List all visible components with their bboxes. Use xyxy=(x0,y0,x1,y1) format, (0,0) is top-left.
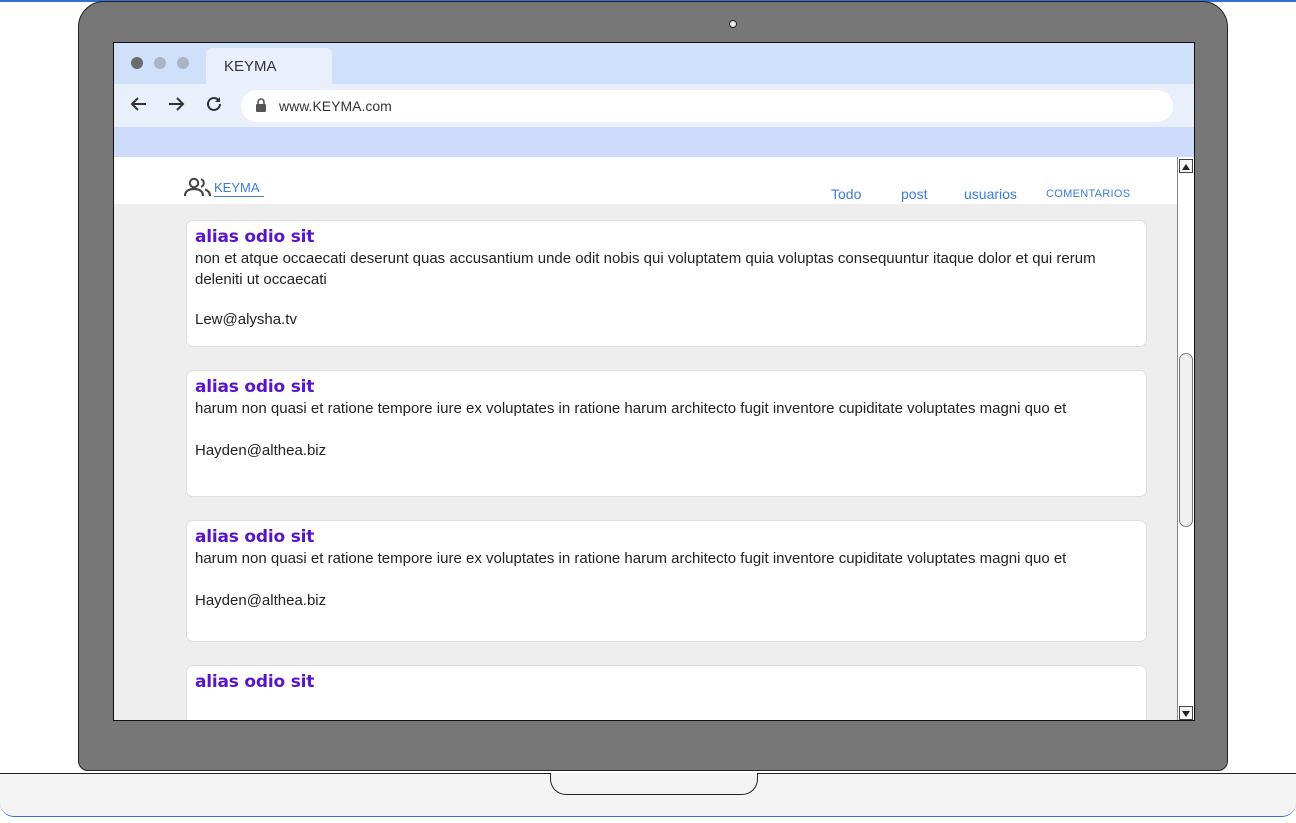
card-body: harum non quasi et ratione tempore iure … xyxy=(195,550,1067,567)
vertical-scrollbar[interactable] xyxy=(1177,157,1194,720)
card-email: Hayden@althea.biz xyxy=(195,592,327,609)
browser-tab[interactable]: KEYMA xyxy=(206,48,332,84)
nav-link-comentarios[interactable]: COMENTARIOS xyxy=(1046,188,1130,200)
card-body: non et atque occaecati deserunt quas acc… xyxy=(195,250,1096,288)
comment-card: alias odio sit harum non quasi et ration… xyxy=(186,520,1147,642)
bookmark-bar xyxy=(114,127,1194,157)
webcam-icon xyxy=(729,20,737,28)
lock-icon xyxy=(256,98,266,112)
card-title: alias odio sit xyxy=(195,527,315,547)
card-title: alias odio sit xyxy=(195,672,315,692)
card-email: Lew@alysha.tv xyxy=(195,311,297,328)
reload-icon[interactable] xyxy=(205,95,223,117)
nav-link-todo[interactable]: Todo xyxy=(831,186,861,202)
brand-link[interactable]: KEYMA xyxy=(214,180,264,197)
laptop-notch xyxy=(550,773,758,795)
card-email: Hayden@althea.biz xyxy=(195,442,327,459)
site-header: KEYMA Todo post usuarios COMENTARIOS xyxy=(114,157,1177,204)
nav-link-usuarios[interactable]: usuarios xyxy=(964,186,1017,202)
people-icon xyxy=(184,177,212,197)
browser-window: KEYMA www.KEYMA.com KEYMA Todo post usua… xyxy=(113,42,1195,721)
scroll-down-arrow-icon[interactable] xyxy=(1179,706,1193,720)
comment-card: alias odio sit xyxy=(186,665,1147,720)
url-bar[interactable]: www.KEYMA.com xyxy=(241,90,1173,122)
url-text: www.KEYMA.com xyxy=(279,98,392,114)
card-title: alias odio sit xyxy=(195,227,315,247)
tab-bar: KEYMA xyxy=(114,43,1194,84)
scroll-up-arrow-icon[interactable] xyxy=(1179,159,1193,173)
card-body: harum non quasi et ratione tempore iure … xyxy=(195,400,1067,417)
maximize-window-dot-icon[interactable] xyxy=(177,57,189,69)
scrollbar-thumb[interactable] xyxy=(1179,353,1193,527)
nav-link-post[interactable]: post xyxy=(901,186,927,202)
back-arrow-icon[interactable] xyxy=(130,95,148,117)
comment-card: alias odio sit non et atque occaecati de… xyxy=(186,220,1147,347)
forward-arrow-icon[interactable] xyxy=(167,95,185,117)
minimize-window-dot-icon[interactable] xyxy=(154,57,166,69)
card-title: alias odio sit xyxy=(195,377,315,397)
page-viewport: KEYMA Todo post usuarios COMENTARIOS ali… xyxy=(114,157,1177,720)
comment-card: alias odio sit harum non quasi et ration… xyxy=(186,370,1147,497)
close-window-dot-icon[interactable] xyxy=(131,57,143,69)
